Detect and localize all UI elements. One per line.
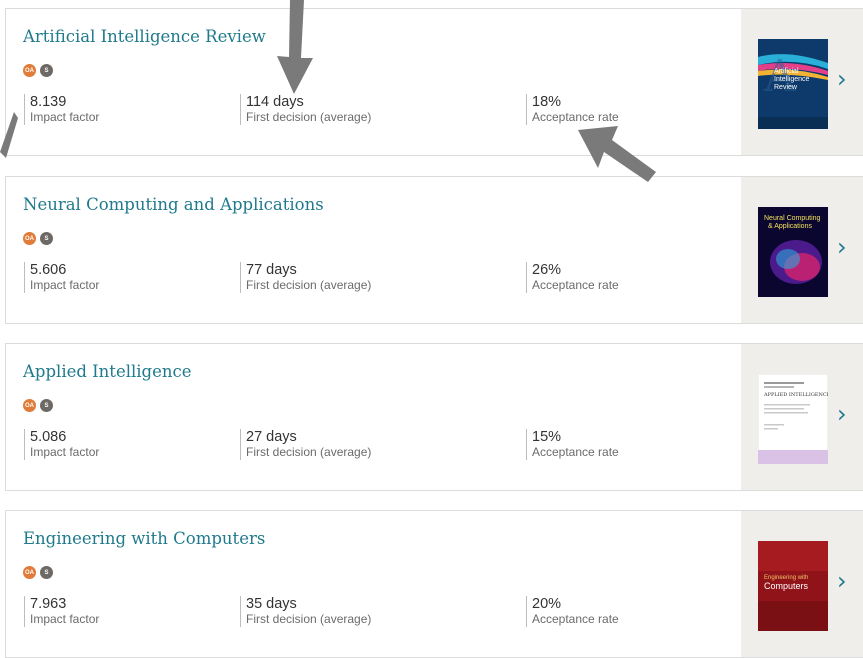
chevron-right-icon[interactable]: › xyxy=(837,235,847,259)
acceptance-rate-label: Acceptance rate xyxy=(532,110,619,124)
acceptance-rate-metric: 18% Acceptance rate xyxy=(526,94,619,125)
svg-text:Artificial: Artificial xyxy=(774,68,799,75)
cover-panel: A Artificial Intelligence Review › xyxy=(741,9,863,155)
first-decision-value: 77 days xyxy=(246,262,297,278)
svg-text:APPLIED INTELLIGENCE: APPLIED INTELLIGENCE xyxy=(763,392,828,398)
journal-card-body: Engineering with Computers OA S 7.963 Im… xyxy=(6,511,741,657)
first-decision-metric: 27 days First decision (average) xyxy=(240,429,371,460)
journal-card[interactable]: Applied Intelligence OA S 5.086 Impact f… xyxy=(5,343,863,491)
impact-factor-metric: 7.963 Impact factor xyxy=(24,596,99,627)
impact-factor-value: 7.963 xyxy=(30,596,67,612)
first-decision-label: First decision (average) xyxy=(246,612,372,626)
access-badges: OA S xyxy=(23,232,53,245)
arrow-icon xyxy=(277,0,313,94)
journal-cover-image[interactable]: A Artificial Intelligence Review xyxy=(758,39,828,129)
acceptance-rate-label: Acceptance rate xyxy=(532,445,619,459)
subscription-badge: S xyxy=(40,399,53,412)
journal-cover-image[interactable]: Neural Computing & Applications xyxy=(758,207,828,297)
acceptance-rate-value: 18% xyxy=(532,94,562,110)
first-decision-value: 27 days xyxy=(246,429,297,445)
open-access-badge: OA xyxy=(23,232,36,245)
arrow-icon xyxy=(578,126,656,182)
svg-text:Intelligence: Intelligence xyxy=(774,76,810,83)
journal-card-body: Neural Computing and Applications OA S 5… xyxy=(6,177,741,323)
journal-title[interactable]: Artificial Intelligence Review xyxy=(23,27,266,46)
journal-title[interactable]: Applied Intelligence xyxy=(23,362,192,381)
journal-card[interactable]: Engineering with Computers OA S 7.963 Im… xyxy=(5,510,863,658)
journal-card[interactable]: Artificial Intelligence Review OA S 8.13… xyxy=(5,8,863,156)
first-decision-metric: 35 days First decision (average) xyxy=(240,596,371,627)
chevron-right-icon[interactable]: › xyxy=(837,402,847,426)
impact-factor-label: Impact factor xyxy=(30,278,100,292)
journal-card[interactable]: Neural Computing and Applications OA S 5… xyxy=(5,176,863,324)
first-decision-metric: 114 days First decision (average) xyxy=(240,94,371,125)
acceptance-rate-value: 26% xyxy=(532,262,562,278)
svg-text:Computers: Computers xyxy=(764,581,809,591)
svg-text:Neural Computing: Neural Computing xyxy=(764,215,821,222)
journal-cover-image[interactable]: APPLIED INTELLIGENCE xyxy=(758,374,828,464)
access-badges: OA S xyxy=(23,64,53,77)
cover-panel: APPLIED INTELLIGENCE › xyxy=(741,344,863,490)
open-access-badge: OA xyxy=(23,566,36,579)
first-decision-metric: 77 days First decision (average) xyxy=(240,262,371,293)
first-decision-label: First decision (average) xyxy=(246,278,372,292)
impact-factor-value: 8.139 xyxy=(30,94,67,110)
impact-factor-metric: 5.086 Impact factor xyxy=(24,429,99,460)
acceptance-rate-label: Acceptance rate xyxy=(532,612,619,626)
chevron-right-icon[interactable]: › xyxy=(837,569,847,593)
acceptance-rate-metric: 15% Acceptance rate xyxy=(526,429,619,460)
impact-factor-metric: 8.139 Impact factor xyxy=(24,94,99,125)
subscription-badge: S xyxy=(40,64,53,77)
subscription-badge: S xyxy=(40,232,53,245)
journal-cover-image[interactable]: Engineering with Computers xyxy=(758,541,828,631)
impact-factor-metric: 5.606 Impact factor xyxy=(24,262,99,293)
acceptance-rate-metric: 20% Acceptance rate xyxy=(526,596,619,627)
acceptance-rate-value: 15% xyxy=(532,429,562,445)
first-decision-label: First decision (average) xyxy=(246,110,372,124)
journal-card-body: Applied Intelligence OA S 5.086 Impact f… xyxy=(6,344,741,490)
journal-title[interactable]: Neural Computing and Applications xyxy=(23,195,324,214)
svg-text:& Applications: & Applications xyxy=(768,223,812,230)
open-access-badge: OA xyxy=(23,399,36,412)
impact-factor-label: Impact factor xyxy=(30,445,100,459)
impact-factor-label: Impact factor xyxy=(30,612,100,626)
arrow-icon xyxy=(0,112,18,158)
first-decision-value: 35 days xyxy=(246,596,297,612)
subscription-badge: S xyxy=(40,566,53,579)
journal-title[interactable]: Engineering with Computers xyxy=(23,529,265,548)
acceptance-rate-label: Acceptance rate xyxy=(532,278,619,292)
chevron-right-icon[interactable]: › xyxy=(837,67,847,91)
impact-factor-value: 5.086 xyxy=(30,429,67,445)
first-decision-value: 114 days xyxy=(246,94,304,110)
cover-panel: Engineering with Computers › xyxy=(741,511,863,657)
acceptance-rate-metric: 26% Acceptance rate xyxy=(526,262,619,293)
acceptance-rate-value: 20% xyxy=(532,596,562,612)
impact-factor-value: 5.606 xyxy=(30,262,67,278)
cover-panel: Neural Computing & Applications › xyxy=(741,177,863,323)
first-decision-label: First decision (average) xyxy=(246,445,372,459)
svg-text:Review: Review xyxy=(774,84,798,91)
open-access-badge: OA xyxy=(23,64,36,77)
impact-factor-label: Impact factor xyxy=(30,110,100,124)
access-badges: OA S xyxy=(23,399,53,412)
access-badges: OA S xyxy=(23,566,53,579)
